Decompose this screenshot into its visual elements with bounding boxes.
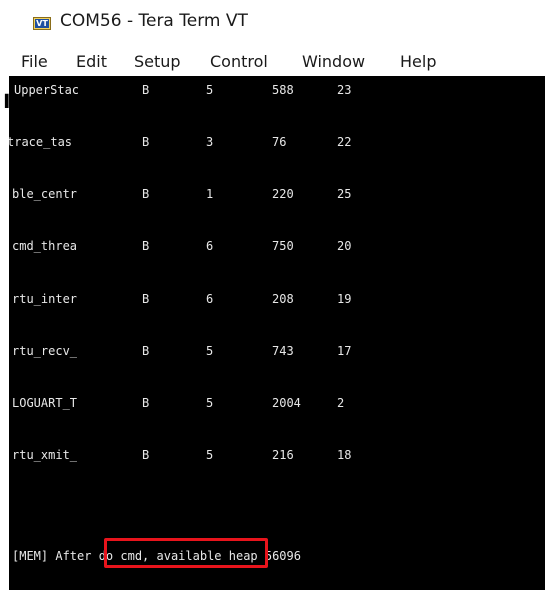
task-priority: 5 bbox=[206, 344, 214, 358]
task-name: rtu_recv_ bbox=[12, 344, 78, 358]
task-name: ble_centr bbox=[12, 187, 78, 201]
task-priority: 6 bbox=[206, 239, 214, 253]
task-state: B bbox=[142, 83, 150, 97]
task-number: 20 bbox=[337, 239, 352, 253]
task-state: B bbox=[142, 344, 150, 358]
task-stack: 743 bbox=[272, 344, 294, 358]
task-number: 25 bbox=[337, 187, 352, 201]
task-name: UpperStac bbox=[14, 83, 80, 97]
task-priority: 5 bbox=[206, 448, 214, 462]
task-stack: 76 bbox=[272, 135, 287, 149]
task-number: 23 bbox=[337, 83, 352, 97]
task-stack: 750 bbox=[272, 239, 294, 253]
window-title: COM56 - Tera Term VT bbox=[60, 11, 248, 31]
task-name: rtu_xmit_ bbox=[12, 448, 78, 462]
task-state: B bbox=[142, 292, 150, 306]
task-number: 19 bbox=[337, 292, 352, 306]
task-name: cmd_threa bbox=[12, 239, 78, 253]
task-priority: 1 bbox=[206, 187, 214, 201]
task-state: B bbox=[142, 396, 150, 410]
menu-window[interactable]: Window bbox=[302, 52, 365, 71]
task-name: LOGUART_T bbox=[12, 396, 78, 410]
mouse-cursor-icon: ▌ bbox=[5, 94, 13, 108]
menu-file[interactable]: File bbox=[21, 52, 48, 71]
task-stack: 2004 bbox=[272, 396, 301, 410]
task-name: trace_tas bbox=[9, 135, 73, 149]
task-stack: 588 bbox=[272, 83, 294, 97]
task-stack: 216 bbox=[272, 448, 294, 462]
task-state: B bbox=[142, 239, 150, 253]
task-priority: 5 bbox=[206, 396, 214, 410]
title-bar: VT COM56 - Tera Term VT bbox=[0, 0, 545, 50]
task-number: 22 bbox=[337, 135, 352, 149]
task-number: 2 bbox=[337, 396, 345, 410]
task-state: B bbox=[142, 135, 150, 149]
menu-edit[interactable]: Edit bbox=[76, 52, 107, 71]
task-name: rtu_inter bbox=[12, 292, 78, 306]
task-state: B bbox=[142, 187, 150, 201]
task-priority: 5 bbox=[206, 83, 214, 97]
task-number: 18 bbox=[337, 448, 352, 462]
task-number: 17 bbox=[337, 344, 352, 358]
task-stack: 220 bbox=[272, 187, 294, 201]
highlight-annotation bbox=[104, 538, 268, 568]
tera-term-app-icon[interactable]: VT bbox=[33, 17, 51, 30]
task-priority: 6 bbox=[206, 292, 214, 306]
menu-control[interactable]: Control bbox=[210, 52, 268, 71]
task-stack: 208 bbox=[272, 292, 294, 306]
task-priority: 3 bbox=[206, 135, 214, 149]
window-left-edge bbox=[0, 76, 9, 590]
menu-setup[interactable]: Setup bbox=[134, 52, 181, 71]
terminal-screen[interactable]: UpperStac B 5 588 23 trace_tas B 3 76 22… bbox=[9, 76, 545, 590]
menu-help[interactable]: Help bbox=[400, 52, 436, 71]
task-state: B bbox=[142, 448, 150, 462]
menu-bar: File Edit Setup Control Window Help bbox=[0, 50, 545, 76]
